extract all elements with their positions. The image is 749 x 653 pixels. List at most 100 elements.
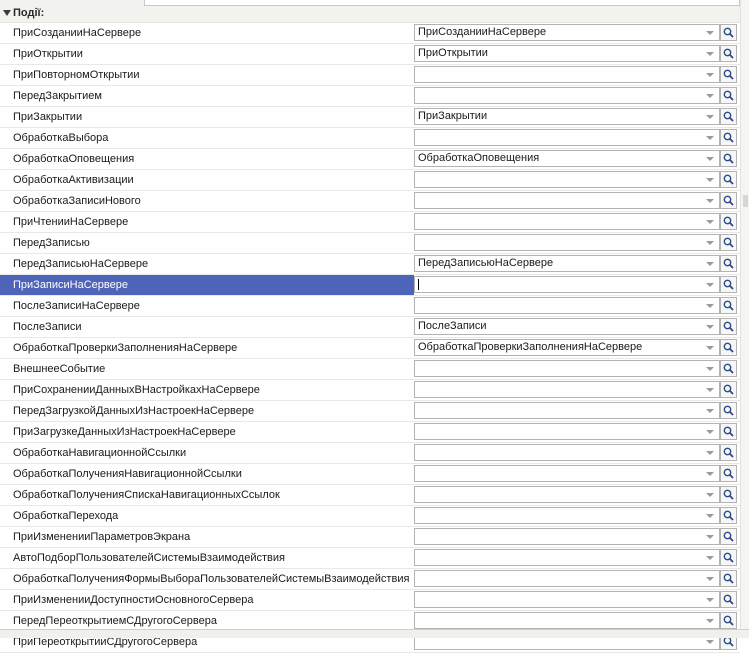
event-row[interactable]: ПередЗаписьюНаСервере ПередЗаписьюНаСерве…	[0, 254, 740, 275]
chevron-down-icon[interactable]	[703, 341, 717, 354]
event-handler-field[interactable]	[414, 507, 720, 524]
event-handler-field[interactable]	[414, 402, 720, 419]
search-icon[interactable]	[720, 234, 737, 251]
event-name[interactable]: ОбработкаЗаписиНового	[0, 191, 414, 211]
event-handler-field[interactable]	[414, 192, 720, 209]
chevron-down-icon[interactable]	[703, 110, 717, 123]
search-icon[interactable]	[720, 465, 737, 482]
search-icon[interactable]	[720, 45, 737, 62]
chevron-down-icon[interactable]	[703, 278, 717, 291]
search-icon[interactable]	[720, 276, 737, 293]
event-handler-field[interactable]	[414, 66, 720, 83]
search-icon[interactable]	[720, 297, 737, 314]
event-name[interactable]: ПередПереоткрытиемСДругогоСервера	[0, 611, 414, 631]
event-handler-field[interactable]	[414, 486, 720, 503]
chevron-down-icon[interactable]	[703, 299, 717, 312]
event-name[interactable]: ОбработкаПолученияСпискаНавигационныхСсы…	[0, 485, 414, 505]
chevron-down-icon[interactable]	[703, 572, 717, 585]
event-handler-field[interactable]	[414, 87, 720, 104]
event-handler-field[interactable]	[414, 129, 720, 146]
event-handler-field[interactable]	[414, 276, 720, 293]
search-icon[interactable]	[720, 108, 737, 125]
event-handler-field[interactable]	[414, 297, 720, 314]
event-handler-field[interactable]	[414, 570, 720, 587]
event-handler-field[interactable]	[414, 171, 720, 188]
event-row[interactable]: АвтоПодборПользователейСистемыВзаимодейс…	[0, 548, 740, 569]
event-name[interactable]: ОбработкаПерехода	[0, 506, 414, 526]
event-name[interactable]: ПередЗаписью	[0, 233, 414, 253]
event-name[interactable]: ПриОткрытии	[0, 44, 414, 64]
event-handler-field[interactable]	[414, 612, 720, 629]
event-name[interactable]: ПриЗагрузкеДанныхИзНастроекНаСервере	[0, 422, 414, 442]
event-row[interactable]: ПередЗакрытием	[0, 86, 740, 107]
search-icon[interactable]	[720, 528, 737, 545]
chevron-down-icon[interactable]	[703, 509, 717, 522]
event-row[interactable]: ПослеЗаписиНаСервере	[0, 296, 740, 317]
event-name[interactable]: ПередЗаписьюНаСервере	[0, 254, 414, 274]
event-row[interactable]: ОбработкаВыбора	[0, 128, 740, 149]
search-icon[interactable]	[720, 66, 737, 83]
event-row[interactable]: ПриСохраненииДанныхВНастройкахНаСервере	[0, 380, 740, 401]
event-handler-field[interactable]	[414, 549, 720, 566]
chevron-down-icon[interactable]	[703, 446, 717, 459]
event-row[interactable]: ПриИзмененииПараметровЭкрана	[0, 527, 740, 548]
search-icon[interactable]	[720, 570, 737, 587]
search-icon[interactable]	[720, 150, 737, 167]
event-name[interactable]: АвтоПодборПользователейСистемыВзаимодейс…	[0, 548, 414, 568]
event-name[interactable]: ПриЗакрытии	[0, 107, 414, 127]
vertical-scrollbar[interactable]	[740, 0, 749, 630]
event-name[interactable]: ПриСозданииНаСервере	[0, 23, 414, 43]
event-row[interactable]: ПриЗаписиНаСервере	[0, 275, 740, 296]
event-row[interactable]: ОбработкаПроверкиЗаполненияНаСервере Обра…	[0, 338, 740, 359]
event-row[interactable]: ПриОткрытии ПриОткрытии	[0, 44, 740, 65]
search-icon[interactable]	[720, 549, 737, 566]
chevron-down-icon[interactable]	[703, 131, 717, 144]
event-handler-field[interactable]: ПередЗаписьюНаСервере	[414, 255, 720, 272]
search-icon[interactable]	[720, 339, 737, 356]
event-row[interactable]: ПриИзмененииДоступностиОсновногоСервера	[0, 590, 740, 611]
event-row[interactable]: ПриЗагрузкеДанныхИзНастроекНаСервере	[0, 422, 740, 443]
event-handler-field[interactable]	[414, 465, 720, 482]
search-icon[interactable]	[720, 591, 737, 608]
chevron-down-icon[interactable]	[703, 488, 717, 501]
triangle-down-icon[interactable]	[3, 10, 11, 16]
search-icon[interactable]	[720, 87, 737, 104]
event-handler-field[interactable]	[414, 591, 720, 608]
chevron-down-icon[interactable]	[703, 614, 717, 627]
search-icon[interactable]	[720, 402, 737, 419]
event-name[interactable]: ПередЗакрытием	[0, 86, 414, 106]
event-name[interactable]: ОбработкаПолученияНавигационнойСсылки	[0, 464, 414, 484]
search-icon[interactable]	[720, 507, 737, 524]
event-name[interactable]: ПриСохраненииДанныхВНастройкахНаСервере	[0, 380, 414, 400]
chevron-down-icon[interactable]	[703, 215, 717, 228]
event-row[interactable]: ПередЗагрузкойДанныхИзНастроекНаСервере	[0, 401, 740, 422]
event-row[interactable]: ПриСозданииНаСервере ПриСозданииНаСервере	[0, 23, 740, 44]
event-name[interactable]: ОбработкаВыбора	[0, 128, 414, 148]
event-name[interactable]: ПередЗагрузкойДанныхИзНастроекНаСервере	[0, 401, 414, 421]
search-icon[interactable]	[720, 444, 737, 461]
search-icon[interactable]	[720, 192, 737, 209]
chevron-down-icon[interactable]	[703, 173, 717, 186]
search-icon[interactable]	[720, 255, 737, 272]
chevron-down-icon[interactable]	[703, 593, 717, 606]
chevron-down-icon[interactable]	[703, 47, 717, 60]
chevron-down-icon[interactable]	[703, 362, 717, 375]
event-handler-field[interactable]: ОбработкаПроверкиЗаполненияНаСервере	[414, 339, 720, 356]
event-name[interactable]: ПриИзмененииПараметровЭкрана	[0, 527, 414, 547]
event-handler-field[interactable]	[414, 423, 720, 440]
chevron-down-icon[interactable]	[703, 383, 717, 396]
event-row[interactable]: ПриЧтенииНаСервере	[0, 212, 740, 233]
event-row[interactable]: ОбработкаНавигационнойСсылки	[0, 443, 740, 464]
event-handler-field[interactable]	[414, 213, 720, 230]
chevron-down-icon[interactable]	[703, 530, 717, 543]
chevron-down-icon[interactable]	[703, 68, 717, 81]
event-handler-field[interactable]	[414, 381, 720, 398]
search-icon[interactable]	[720, 486, 737, 503]
event-name[interactable]: ПриПовторномОткрытии	[0, 65, 414, 85]
event-name[interactable]: ОбработкаПроверкиЗаполненияНаСервере	[0, 338, 414, 358]
chevron-down-icon[interactable]	[703, 89, 717, 102]
search-icon[interactable]	[720, 612, 737, 629]
event-name[interactable]: ОбработкаПолученияФормыВыбораПользовател…	[0, 569, 414, 589]
event-row[interactable]: ПриПовторномОткрытии	[0, 65, 740, 86]
chevron-down-icon[interactable]	[703, 320, 717, 333]
